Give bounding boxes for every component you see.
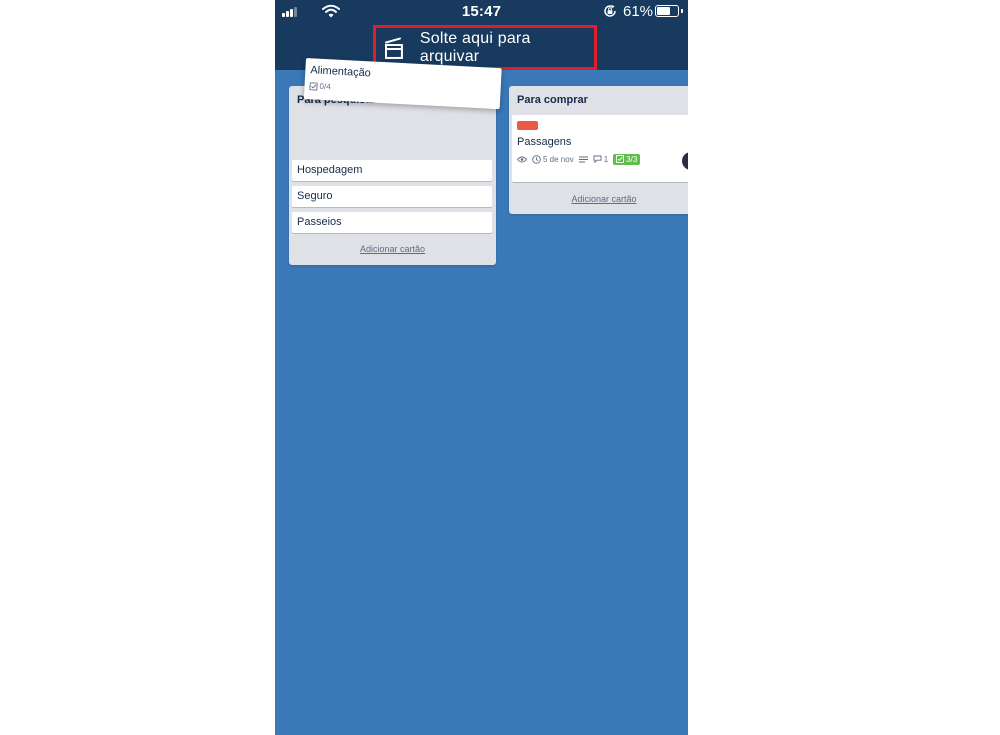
card-passeios[interactable]: Passeios (292, 212, 492, 233)
battery-icon (655, 5, 683, 17)
checkbox-icon (309, 81, 318, 91)
add-card-link[interactable]: Adicionar cartão (509, 194, 688, 204)
phone-screen: 15:47 61% Solte aqui para arquivar Para … (275, 0, 688, 735)
checklist-count: 3/3 (626, 154, 638, 164)
card-badges: 5 de nov 1 3/3 (517, 152, 641, 166)
comments-badge: 1 (593, 155, 608, 164)
comments-count: 1 (603, 154, 609, 164)
list-title[interactable]: Para comprar (517, 94, 588, 106)
clock-icon (532, 154, 541, 164)
card-seguro[interactable]: Seguro (292, 186, 492, 207)
watching-badge (517, 156, 527, 163)
description-icon (578, 156, 588, 162)
card-title: Alimentação (310, 64, 372, 80)
checklist-badge: 3/3 (613, 153, 641, 165)
due-date-badge: 5 de nov (532, 155, 574, 164)
checklist-count: 0/4 (319, 81, 331, 92)
comment-icon (593, 155, 602, 163)
card-passagens[interactable]: Passagens 5 de nov 1 3/3 (512, 115, 688, 182)
due-date: 5 de nov (543, 154, 574, 164)
eye-icon (517, 156, 527, 162)
checklist-badge: 0/4 (309, 81, 331, 91)
battery-level (657, 7, 671, 15)
checkbox-icon (616, 155, 625, 163)
list-para-comprar: Para comprar Passagens 5 de nov 1 3/3 Ad… (509, 86, 688, 214)
add-card-link[interactable]: Adicionar cartão (289, 244, 496, 254)
status-bar: 15:47 61% (275, 0, 688, 22)
avatar[interactable] (680, 150, 688, 172)
archive-drop-label: Solte aqui para arquivar (419, 29, 531, 65)
description-badge (578, 156, 588, 163)
archive-icon (384, 37, 403, 59)
battery-percent: 61% (623, 3, 654, 20)
list-para-pesquisar: Para pesquisar Hospedagem Seguro Passeio… (289, 86, 496, 265)
card-label-red (517, 121, 538, 130)
card-title: Passagens (517, 136, 572, 148)
card-hospedagem[interactable]: Hospedagem (292, 160, 492, 181)
rotation-lock-icon (604, 4, 616, 17)
